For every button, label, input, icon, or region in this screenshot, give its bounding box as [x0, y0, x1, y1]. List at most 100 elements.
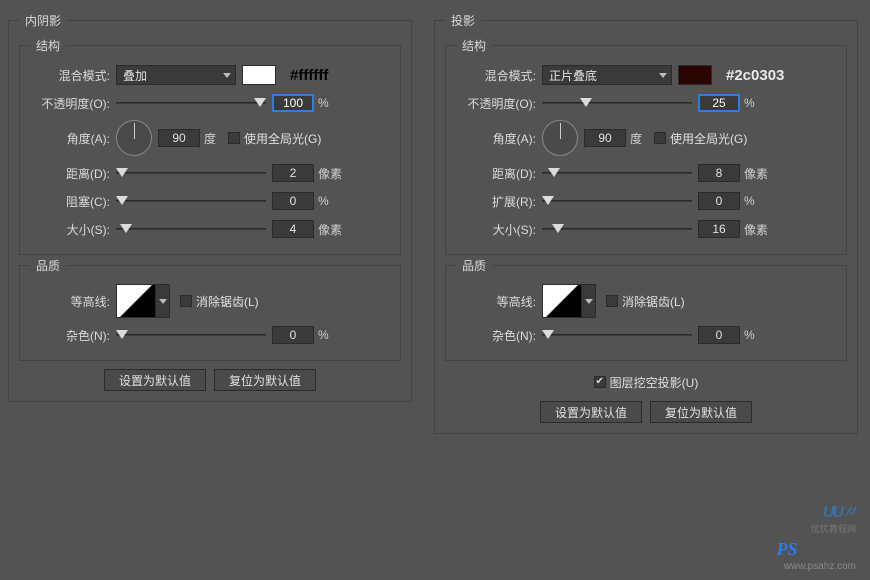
blend-mode-select[interactable]: 正片叠底: [542, 65, 672, 85]
spread-input[interactable]: 0: [698, 192, 740, 210]
chevron-down-icon: [585, 299, 593, 304]
distance-slider[interactable]: [116, 166, 266, 180]
distance-unit: 像素: [318, 165, 342, 182]
group-structure: 结构 混合模式: 正片叠底 #2c0303 不透明度(O): 25 %: [445, 45, 847, 255]
size-slider[interactable]: [542, 222, 692, 236]
blend-mode-select[interactable]: 叠加: [116, 65, 236, 85]
angle-label: 角度(A):: [456, 130, 542, 147]
size-unit: 像素: [318, 221, 342, 238]
contour-picker[interactable]: [542, 284, 582, 318]
opacity-label: 不透明度(O):: [456, 95, 542, 112]
distance-label: 距离(D):: [30, 165, 116, 182]
opacity-input[interactable]: 25: [698, 94, 740, 112]
blend-mode-value: 叠加: [123, 67, 147, 84]
color-swatch[interactable]: [242, 65, 276, 85]
antialias-label: 消除锯齿(L): [196, 293, 259, 310]
spread-slider[interactable]: [542, 194, 692, 208]
group-drop-shadow: 投影 结构 混合模式: 正片叠底 #2c0303 不透明度(O): 25: [434, 20, 858, 434]
angle-label: 角度(A):: [30, 130, 116, 147]
size-label: 大小(S):: [456, 221, 542, 238]
noise-input[interactable]: 0: [272, 326, 314, 344]
contour-picker[interactable]: [116, 284, 156, 318]
noise-label: 杂色(N):: [30, 327, 116, 344]
reset-default-button[interactable]: 复位为默认值: [650, 401, 752, 423]
color-swatch[interactable]: [678, 65, 712, 85]
contour-label: 等高线:: [30, 293, 116, 310]
opacity-label: 不透明度(O):: [30, 95, 116, 112]
chevron-down-icon: [159, 299, 167, 304]
noise-input[interactable]: 0: [698, 326, 740, 344]
angle-dial[interactable]: [542, 120, 578, 156]
blend-mode-label: 混合模式:: [456, 67, 542, 84]
global-light-label: 使用全局光(G): [244, 130, 321, 147]
quality-title: 品质: [30, 257, 66, 274]
structure-title: 结构: [456, 37, 492, 54]
knockout-label: 图层挖空投影(U): [610, 374, 699, 391]
panel-title: 内阴影: [19, 12, 67, 29]
opacity-slider[interactable]: [542, 96, 692, 110]
noise-slider[interactable]: [116, 328, 266, 342]
distance-input[interactable]: 8: [698, 164, 740, 182]
antialias-checkbox[interactable]: [180, 295, 192, 307]
brand-sub-1: 优优教程网: [776, 522, 856, 535]
chevron-down-icon: [223, 73, 231, 78]
opacity-slider[interactable]: [116, 96, 266, 110]
group-inner-shadow: 内阴影 结构 混合模式: 叠加 #ffffff 不透明度(O): 100: [8, 20, 412, 402]
distance-unit: 像素: [744, 165, 768, 182]
global-light-checkbox[interactable]: [228, 132, 240, 144]
choke-slider[interactable]: [116, 194, 266, 208]
inner-shadow-panel: 内阴影 结构 混合模式: 叠加 #ffffff 不透明度(O): 100: [0, 0, 420, 452]
noise-label: 杂色(N):: [456, 327, 542, 344]
antialias-label: 消除锯齿(L): [622, 293, 685, 310]
panel-title: 投影: [445, 12, 481, 29]
noise-unit: %: [318, 328, 329, 342]
angle-input[interactable]: 90: [584, 129, 626, 147]
antialias-checkbox[interactable]: [606, 295, 618, 307]
structure-title: 结构: [30, 37, 66, 54]
brand-logo-2: PS 爱好者: [776, 535, 856, 561]
angle-unit: 度: [204, 130, 216, 147]
hex-text: #ffffff: [290, 67, 328, 84]
group-quality: 品质 等高线: 消除锯齿(L) 杂色(N): 0 %: [445, 265, 847, 361]
contour-dropdown[interactable]: [582, 284, 596, 318]
distance-slider[interactable]: [542, 166, 692, 180]
make-default-button[interactable]: 设置为默认值: [540, 401, 642, 423]
drop-shadow-panel: 投影 结构 混合模式: 正片叠底 #2c0303 不透明度(O): 25: [426, 0, 866, 452]
size-slider[interactable]: [116, 222, 266, 236]
brand-logo-1: UU〃: [776, 498, 856, 522]
quality-title: 品质: [456, 257, 492, 274]
spread-label: 扩展(R):: [456, 193, 542, 210]
spread-unit: %: [744, 194, 755, 208]
size-input[interactable]: 16: [698, 220, 740, 238]
angle-unit: 度: [630, 130, 642, 147]
knockout-checkbox[interactable]: [594, 376, 606, 388]
angle-dial[interactable]: [116, 120, 152, 156]
blend-mode-value: 正片叠底: [549, 67, 597, 84]
reset-default-button[interactable]: 复位为默认值: [214, 369, 316, 391]
distance-label: 距离(D):: [456, 165, 542, 182]
blend-mode-label: 混合模式:: [30, 67, 116, 84]
chevron-down-icon: [659, 73, 667, 78]
distance-input[interactable]: 2: [272, 164, 314, 182]
choke-label: 阻塞(C):: [30, 193, 116, 210]
brand-url: www.psahz.com: [776, 561, 856, 572]
group-structure: 结构 混合模式: 叠加 #ffffff 不透明度(O): 100 %: [19, 45, 401, 255]
size-unit: 像素: [744, 221, 768, 238]
contour-dropdown[interactable]: [156, 284, 170, 318]
opacity-unit: %: [318, 96, 329, 110]
contour-label: 等高线:: [456, 293, 542, 310]
make-default-button[interactable]: 设置为默认值: [104, 369, 206, 391]
noise-slider[interactable]: [542, 328, 692, 342]
noise-unit: %: [744, 328, 755, 342]
group-quality: 品质 等高线: 消除锯齿(L) 杂色(N): 0 %: [19, 265, 401, 361]
opacity-input[interactable]: 100: [272, 94, 314, 112]
choke-unit: %: [318, 194, 329, 208]
watermark: UU〃 优优教程网 PS 爱好者 www.psahz.com: [776, 498, 856, 572]
size-label: 大小(S):: [30, 221, 116, 238]
choke-input[interactable]: 0: [272, 192, 314, 210]
angle-input[interactable]: 90: [158, 129, 200, 147]
size-input[interactable]: 4: [272, 220, 314, 238]
opacity-unit: %: [744, 96, 755, 110]
global-light-checkbox[interactable]: [654, 132, 666, 144]
global-light-label: 使用全局光(G): [670, 130, 747, 147]
